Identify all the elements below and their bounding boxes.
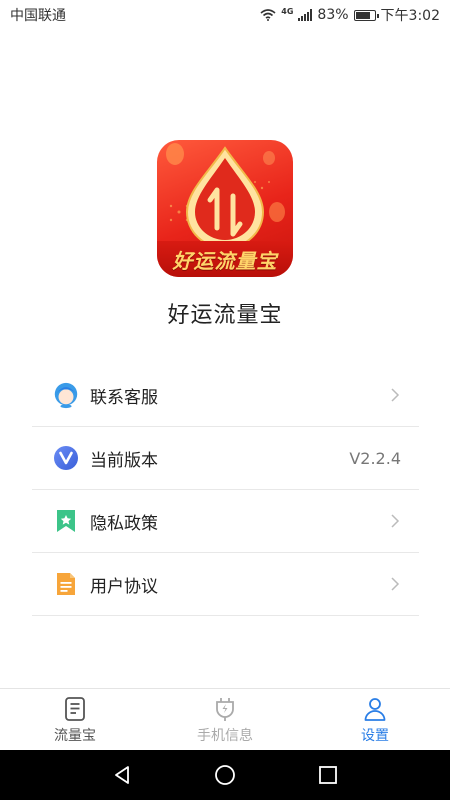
user-icon — [364, 698, 386, 721]
chevron-right-icon — [391, 577, 400, 591]
logo-text: 好运流量宝 — [172, 248, 278, 273]
menu-item-privacy-policy[interactable]: 隐私政策 — [32, 490, 419, 553]
bottom-tab-bar: 流量宝 手机信息 设置 — [0, 688, 450, 750]
menu-item-label: 联系客服 — [90, 387, 158, 408]
menu-item-customer-service[interactable]: 联系客服 — [32, 364, 419, 427]
tab-label: 设置 — [361, 728, 389, 744]
back-icon[interactable] — [111, 764, 133, 786]
tab-settings[interactable]: 设置 — [300, 689, 450, 750]
privacy-bookmark-icon — [52, 507, 80, 535]
recents-icon[interactable] — [317, 764, 339, 786]
home-icon[interactable] — [214, 764, 236, 786]
status-bar: 中国联通 4G 83% 下午3:02 — [0, 0, 450, 30]
carrier-label: 中国联通 — [10, 8, 66, 24]
tab-traffic[interactable]: 流量宝 — [0, 689, 150, 750]
tab-label: 手机信息 — [197, 728, 253, 744]
settings-menu: 联系客服 当前版本 V2.2.4 隐私政策 用户协议 — [32, 364, 419, 616]
clock: 下午3:02 — [380, 8, 440, 24]
chevron-right-icon — [391, 514, 400, 528]
network-type-label: 4G — [281, 6, 294, 16]
document-icon — [52, 570, 80, 598]
version-v-icon — [52, 444, 80, 472]
signal-icon — [298, 9, 313, 21]
tab-phone-info[interactable]: 手机信息 — [150, 689, 300, 750]
system-navigation-bar — [0, 750, 450, 800]
version-value: V2.2.4 — [349, 448, 401, 468]
menu-item-user-agreement[interactable]: 用户协议 — [32, 553, 419, 616]
menu-item-label: 隐私政策 — [90, 513, 158, 534]
menu-item-label: 用户协议 — [90, 576, 158, 597]
doc-list-icon — [65, 697, 85, 721]
plug-icon — [216, 698, 234, 721]
wifi-icon — [260, 9, 276, 21]
menu-item-label: 当前版本 — [90, 450, 158, 471]
battery-icon — [353, 9, 379, 21]
customer-service-icon — [52, 381, 80, 409]
app-logo: 好运流量宝 — [157, 140, 293, 277]
app-name: 好运流量宝 — [167, 303, 283, 328]
chevron-right-icon — [391, 388, 400, 402]
menu-item-version[interactable]: 当前版本 V2.2.4 — [32, 427, 419, 490]
tab-label: 流量宝 — [54, 728, 96, 744]
status-indicators: 4G 83% 下午3:02 — [260, 5, 440, 25]
battery-percent: 83% — [317, 7, 349, 23]
logo-banner: 好运流量宝 — [157, 241, 293, 277]
